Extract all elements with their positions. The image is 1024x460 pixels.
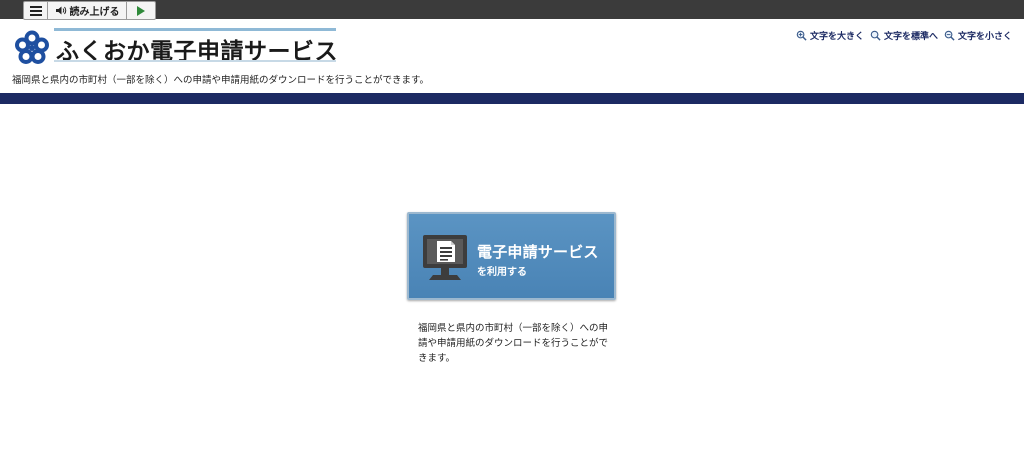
header-band [0, 93, 1024, 104]
e-application-service-button[interactable]: 電子申請サービス を利用する [407, 212, 616, 300]
service-description: 福岡県と県内の市町村（一部を除く）への申請や申請用紙のダウンロードを行うことがで… [418, 323, 609, 364]
menu-button[interactable] [24, 2, 48, 19]
accessibility-toolbar: 読み上げる [0, 0, 1024, 20]
read-aloud-toolbar: 読み上げる [23, 1, 156, 20]
font-size-controls: 文字を大きく 文字を標準へ 文字を小さく [796, 29, 1012, 42]
zoom-reset-icon [870, 30, 881, 41]
font-smaller-label: 文字を小さく [957, 32, 1012, 42]
play-button[interactable] [127, 2, 155, 19]
hamburger-menu-icon [29, 5, 42, 16]
site-logo[interactable]: ふくおか電子申請サービス [14, 28, 338, 68]
font-standard-button[interactable]: 文字を標準へ [870, 29, 938, 42]
play-icon [137, 5, 145, 16]
zoom-in-icon [796, 30, 807, 41]
monitor-document-icon [423, 235, 467, 280]
zoom-out-icon [944, 30, 955, 41]
speaker-icon [55, 6, 66, 15]
read-aloud-button[interactable]: 読み上げる [48, 2, 127, 19]
site-subtitle: 福岡県と県内の市町村（一部を除く）への申請や申請用紙のダウンロードを行うことがで… [12, 75, 430, 86]
font-larger-button[interactable]: 文字を大きく [796, 29, 864, 42]
logo-underline [54, 60, 336, 62]
button-title: 電子申請サービス [477, 243, 599, 261]
fukuoka-plum-logo-icon [15, 30, 49, 64]
font-smaller-button[interactable]: 文字を小さく [944, 29, 1012, 42]
read-aloud-label: 読み上げる [69, 7, 120, 18]
font-standard-label: 文字を標準へ [883, 32, 938, 42]
font-larger-label: 文字を大きく [809, 32, 864, 42]
button-subtitle: を利用する [477, 267, 527, 278]
